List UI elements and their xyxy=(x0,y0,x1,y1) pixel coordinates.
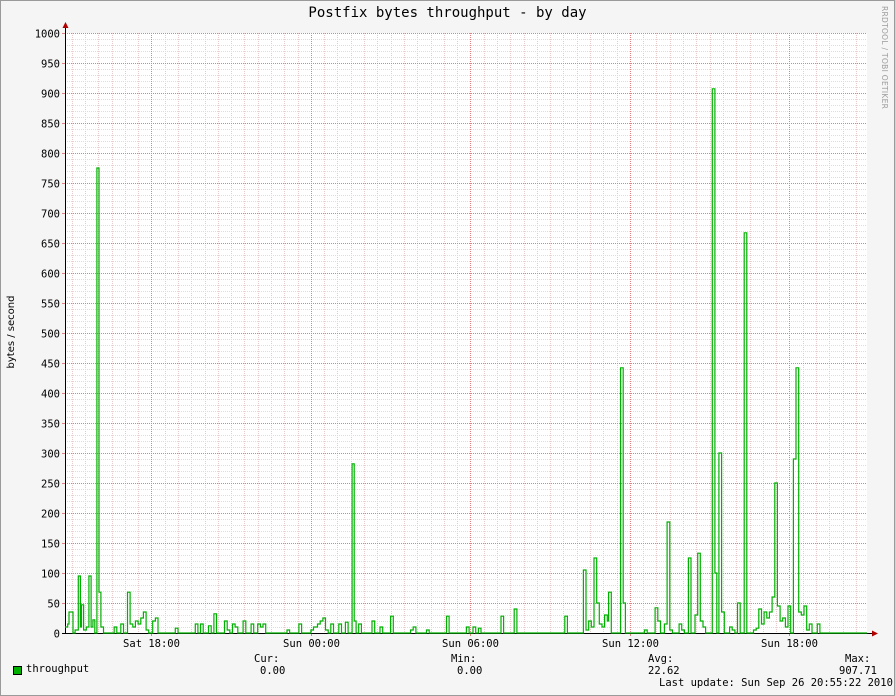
y-tick-label: 300 xyxy=(41,449,60,461)
y-tick-label: 900 xyxy=(41,89,60,101)
y-tick-label: 1000 xyxy=(35,29,60,41)
x-tick-label: Sun 06:00 xyxy=(442,638,499,650)
cur-label: Cur: xyxy=(254,653,280,665)
y-tick-label: 850 xyxy=(41,119,60,131)
y-tick-label: 750 xyxy=(41,179,60,191)
legend-series-name: throughput xyxy=(26,663,90,675)
y-tick-label: 800 xyxy=(41,149,60,161)
min-value: 0.00 xyxy=(457,665,483,677)
x-tick-label: Sun 12:00 xyxy=(602,638,659,650)
max-value: 907.71 xyxy=(839,665,877,677)
y-tick-label: 0 xyxy=(54,629,60,641)
min-label: Min: xyxy=(451,653,477,665)
y-axis-label: bytes / second xyxy=(6,296,17,369)
y-tick-label: 100 xyxy=(41,569,60,581)
max-label: Max: xyxy=(845,653,871,665)
cur-value: 0.00 xyxy=(260,665,286,677)
x-tick-label: Sat 18:00 xyxy=(123,638,180,650)
legend-swatch xyxy=(13,666,22,675)
y-tick-label: 550 xyxy=(41,299,60,311)
last-update: Last update: Sun Sep 26 20:55:22 2010 xyxy=(659,677,893,689)
x-tick-label: Sun 18:00 xyxy=(761,638,818,650)
y-tick-label: 950 xyxy=(41,59,60,71)
y-tick-label: 200 xyxy=(41,509,60,521)
x-tick-label: Sun 00:00 xyxy=(283,638,340,650)
avg-value: 22.62 xyxy=(648,665,680,677)
y-tick-label: 350 xyxy=(41,419,60,431)
chart-plot: 0 50 100 150 200 250 300 350 400 450 500 550 600 650 7… xyxy=(6,22,878,650)
y-tick-label: 450 xyxy=(41,359,60,371)
y-tick-label: 250 xyxy=(41,479,60,491)
y-tick-label: 600 xyxy=(41,269,60,281)
y-tick-label: 150 xyxy=(41,539,60,551)
y-tick-label: 650 xyxy=(41,239,60,251)
y-tick-label: 700 xyxy=(41,209,60,221)
y-axis-arrow xyxy=(62,22,69,28)
y-tick-label: 400 xyxy=(41,389,60,401)
avg-label: Avg: xyxy=(648,653,674,665)
y-tick-label: 500 xyxy=(41,329,60,341)
y-tick-label: 50 xyxy=(47,599,60,611)
x-axis-arrow xyxy=(872,630,878,637)
